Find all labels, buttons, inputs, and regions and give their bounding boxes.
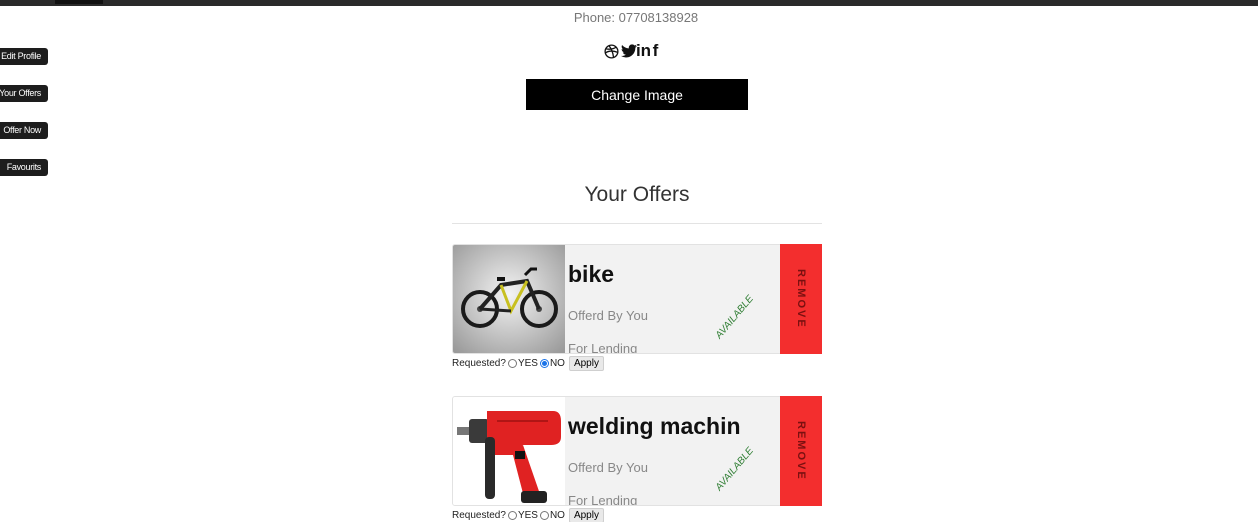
request-row: Requested? YES NO Apply bbox=[452, 355, 604, 371]
facebook-icon[interactable]: f bbox=[650, 41, 661, 60]
phone-number: Phone: 07708138928 bbox=[573, 10, 699, 25]
offer-title: bike bbox=[568, 261, 615, 287]
sidebar-item-edit-profile[interactable]: Edit Profile bbox=[0, 48, 48, 65]
offer-type: For Lending bbox=[568, 341, 638, 354]
section-title: Your Offers bbox=[584, 183, 690, 206]
remove-label: REMOVE bbox=[795, 421, 807, 481]
no-radio[interactable] bbox=[539, 510, 549, 520]
offer-title: welding machin bbox=[568, 413, 741, 439]
requested-label: Requested? bbox=[452, 357, 506, 369]
requested-label: Requested? bbox=[452, 509, 506, 521]
linkedin-icon[interactable]: in bbox=[636, 41, 651, 60]
offer-image-drill bbox=[453, 397, 565, 505]
request-row: Requested? YES NO Apply bbox=[452, 507, 604, 522]
yes-radio[interactable] bbox=[507, 510, 517, 520]
no-label: NO bbox=[549, 509, 565, 521]
top-bar bbox=[0, 0, 1258, 6]
change-image-button[interactable]: Change Image bbox=[526, 79, 748, 110]
yes-label: YES bbox=[517, 509, 538, 521]
remove-button[interactable]: REMOVE bbox=[780, 244, 822, 354]
offer-owner: Offerd By You bbox=[568, 460, 648, 475]
remove-label: REMOVE bbox=[795, 269, 807, 329]
dribbble-icon[interactable] bbox=[603, 42, 620, 60]
twitter-icon[interactable] bbox=[621, 42, 637, 60]
sidebar-item-your-offers[interactable]: Your Offers bbox=[0, 85, 48, 102]
remove-button[interactable]: REMOVE bbox=[780, 396, 822, 506]
offer-card: bike Offerd By You For Lending bbox=[452, 244, 822, 354]
yes-label: YES bbox=[517, 357, 538, 369]
no-label: NO bbox=[549, 357, 565, 369]
no-radio[interactable] bbox=[539, 358, 549, 368]
offer-card: welding machin Offerd By You For Lending bbox=[452, 396, 822, 506]
social-links: in f bbox=[603, 41, 661, 60]
divider bbox=[452, 223, 822, 224]
offer-type: For Lending bbox=[568, 493, 638, 506]
yes-radio[interactable] bbox=[507, 358, 517, 368]
top-bar-segment bbox=[55, 0, 103, 4]
offer-owner: Offerd By You bbox=[568, 308, 648, 323]
apply-button[interactable]: Apply bbox=[568, 355, 604, 371]
offer-image-bike bbox=[453, 245, 565, 353]
sidebar-item-offer-now[interactable]: Offer Now bbox=[0, 122, 48, 139]
sidebar-item-favourits[interactable]: Favourits bbox=[0, 159, 48, 176]
apply-button[interactable]: Apply bbox=[568, 507, 604, 522]
